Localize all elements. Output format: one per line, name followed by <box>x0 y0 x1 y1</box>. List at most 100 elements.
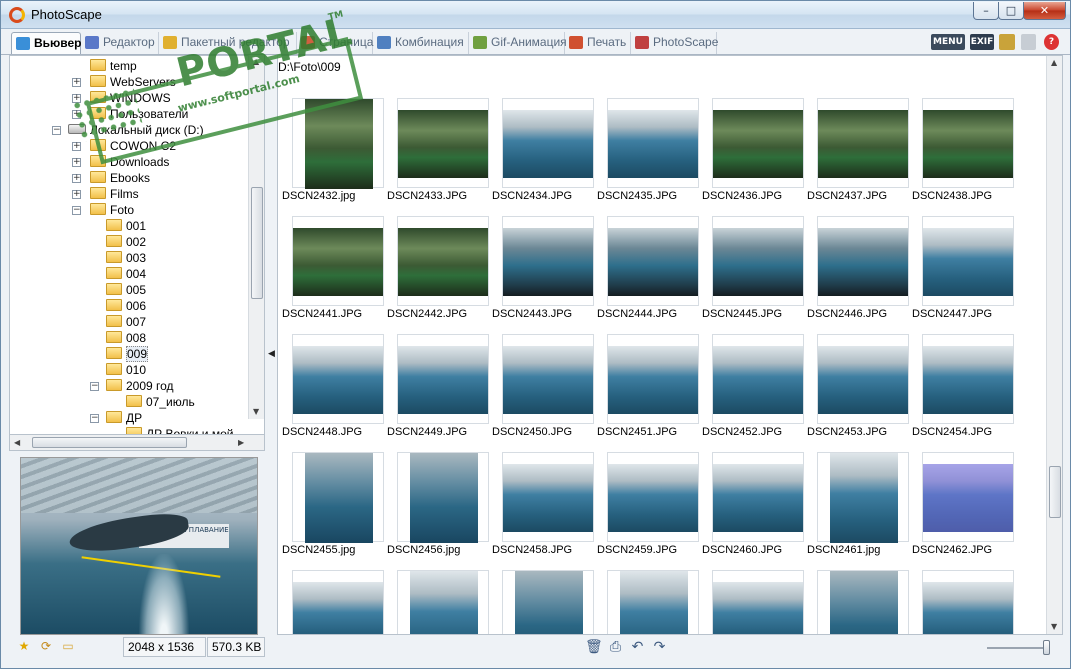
expand-icon[interactable]: + <box>72 158 81 167</box>
open-folder-icon[interactable]: ▭ <box>61 640 75 653</box>
tree-item-cowon-c2[interactable]: COWON C2 <box>90 138 176 154</box>
tree-item-07-июль[interactable]: 07_июль <box>126 394 195 410</box>
thumbnail[interactable] <box>817 452 909 543</box>
thumbnail-size-slider[interactable] <box>987 639 1051 657</box>
expand-icon[interactable]: + <box>72 190 81 199</box>
thumbnail[interactable] <box>502 570 594 634</box>
exif-button[interactable]: EXIF <box>970 34 994 50</box>
thumbnail[interactable] <box>922 570 1014 634</box>
tree-item-ebooks[interactable]: Ebooks <box>90 170 150 186</box>
help-button[interactable]: ? <box>1044 34 1059 50</box>
scroll-left-icon[interactable]: ◀ <box>14 438 20 447</box>
thumbnail[interactable] <box>292 216 384 306</box>
tree-item-локальный-диск-d-[interactable]: Локальный диск (D:) <box>68 122 204 138</box>
thumbnail[interactable] <box>607 98 699 188</box>
collapse-icon[interactable]: − <box>52 126 61 135</box>
tree-horizontal-scrollbar[interactable]: ◀ ▶ <box>9 435 265 451</box>
thumbnail[interactable] <box>607 216 699 306</box>
tree-item-006[interactable]: 006 <box>106 298 146 314</box>
thumbnail[interactable] <box>922 452 1014 542</box>
thumbnail[interactable] <box>292 334 384 424</box>
tab-gif-animation[interactable]: Gif-Анимация <box>469 32 567 54</box>
thumbnail[interactable] <box>817 216 909 306</box>
tree-hscroll-thumb[interactable] <box>32 437 187 448</box>
expand-icon[interactable]: + <box>72 142 81 151</box>
tree-item-010[interactable]: 010 <box>106 362 146 378</box>
image-preview[interactable]: ПОДВОДНОЕ ПЛАВАНИЕ <box>20 457 258 635</box>
thumbnail[interactable] <box>292 570 384 634</box>
star-icon[interactable]: ★ <box>17 640 31 653</box>
tab-combine[interactable]: Комбинация <box>373 32 469 54</box>
scroll-down-icon[interactable]: ▼ <box>1051 622 1057 631</box>
collapse-panel-icon[interactable]: ◀ <box>268 349 275 359</box>
collapse-icon[interactable]: − <box>72 206 81 215</box>
folder-tree[interactable]: temp WebServers + WINDOWS + Пользователи + Лока… <box>9 55 265 435</box>
tab-photoscape[interactable]: PhotoScape <box>631 32 718 54</box>
expand-icon[interactable]: + <box>72 110 81 119</box>
tree-item-пользователи[interactable]: Пользователи <box>90 106 188 122</box>
filmstrip-icon[interactable] <box>999 34 1015 50</box>
scroll-right-icon[interactable]: ▶ <box>238 438 244 447</box>
thumbnail[interactable] <box>292 452 384 543</box>
panel-splitter[interactable]: ◀ <box>265 55 277 659</box>
thumbnail-scroll-thumb[interactable] <box>1049 466 1061 518</box>
delete-icon[interactable]: 🗑 <box>585 639 603 655</box>
scroll-down-icon[interactable]: ▼ <box>253 407 259 416</box>
thumbnail[interactable] <box>712 216 804 306</box>
thumbnail[interactable] <box>922 216 1014 306</box>
close-button[interactable]: ✕ <box>1023 2 1066 20</box>
tree-item-др-вовки-и-мой[interactable]: ДР Вовки и мой <box>126 426 233 434</box>
tree-item-др[interactable]: ДР <box>106 410 142 426</box>
scroll-up-icon[interactable]: ▲ <box>1051 58 1057 67</box>
rotate-left-icon[interactable]: ↶ <box>629 639 646 655</box>
tree-scroll-thumb[interactable] <box>251 187 263 299</box>
thumbnail[interactable] <box>502 452 594 542</box>
thumbnail[interactable] <box>607 452 699 542</box>
tree-item-001[interactable]: 001 <box>106 218 146 234</box>
thumbnail[interactable] <box>502 216 594 306</box>
thumbnail[interactable] <box>397 216 489 306</box>
tree-item-foto[interactable]: Foto <box>90 202 134 218</box>
tab-print[interactable]: Печать <box>565 32 631 54</box>
tree-item-008[interactable]: 008 <box>106 330 146 346</box>
menu-button[interactable]: MENU <box>931 34 965 50</box>
copy-icon[interactable] <box>1021 34 1036 50</box>
thumbnail[interactable] <box>922 98 1014 188</box>
thumbnail[interactable] <box>292 98 384 189</box>
tree-item-windows[interactable]: WINDOWS <box>90 90 171 106</box>
tree-item-2009-год[interactable]: 2009 год <box>106 378 174 394</box>
maximize-button[interactable]: □ <box>998 2 1024 20</box>
thumbnail[interactable] <box>712 570 804 634</box>
expand-icon[interactable]: + <box>72 94 81 103</box>
thumbnail[interactable] <box>712 334 804 424</box>
rotate-right-icon[interactable]: ↷ <box>651 639 668 655</box>
tree-item-films[interactable]: Films <box>90 186 139 202</box>
slider-track[interactable] <box>987 647 1047 649</box>
tree-item-003[interactable]: 003 <box>106 250 146 266</box>
thumbnail[interactable] <box>817 334 909 424</box>
thumbnail-vertical-scrollbar[interactable]: ▲ ▼ <box>1046 56 1062 634</box>
tree-item-webservers[interactable]: WebServers <box>90 74 176 90</box>
scroll-up-icon[interactable]: ▲ <box>253 57 259 66</box>
tree-item-009[interactable]: 009 <box>106 346 149 362</box>
tree-item-temp[interactable]: temp <box>90 58 137 74</box>
collapse-icon[interactable]: − <box>90 414 99 423</box>
collapse-icon[interactable]: − <box>90 382 99 391</box>
thumbnail[interactable] <box>502 334 594 424</box>
thumbnail[interactable] <box>817 98 909 188</box>
tree-item-downloads[interactable]: Downloads <box>90 154 169 170</box>
thumbnail[interactable] <box>712 452 804 542</box>
tab-viewer[interactable]: Вьювер <box>11 32 82 54</box>
tab-batch-editor[interactable]: Пакетный редактор <box>159 32 297 54</box>
thumbnail[interactable] <box>397 452 489 543</box>
tree-item-004[interactable]: 004 <box>106 266 146 282</box>
tree-vertical-scrollbar[interactable]: ▲ ▼ <box>248 55 264 419</box>
thumbnail[interactable] <box>817 570 909 634</box>
slider-knob[interactable] <box>1043 640 1050 655</box>
thumbnail[interactable] <box>712 98 804 188</box>
thumbnail[interactable] <box>607 570 699 634</box>
tab-page[interactable]: Страница <box>297 32 373 54</box>
expand-icon[interactable]: + <box>72 174 81 183</box>
refresh-icon[interactable]: ⟳ <box>39 640 53 653</box>
thumbnail[interactable] <box>922 334 1014 424</box>
